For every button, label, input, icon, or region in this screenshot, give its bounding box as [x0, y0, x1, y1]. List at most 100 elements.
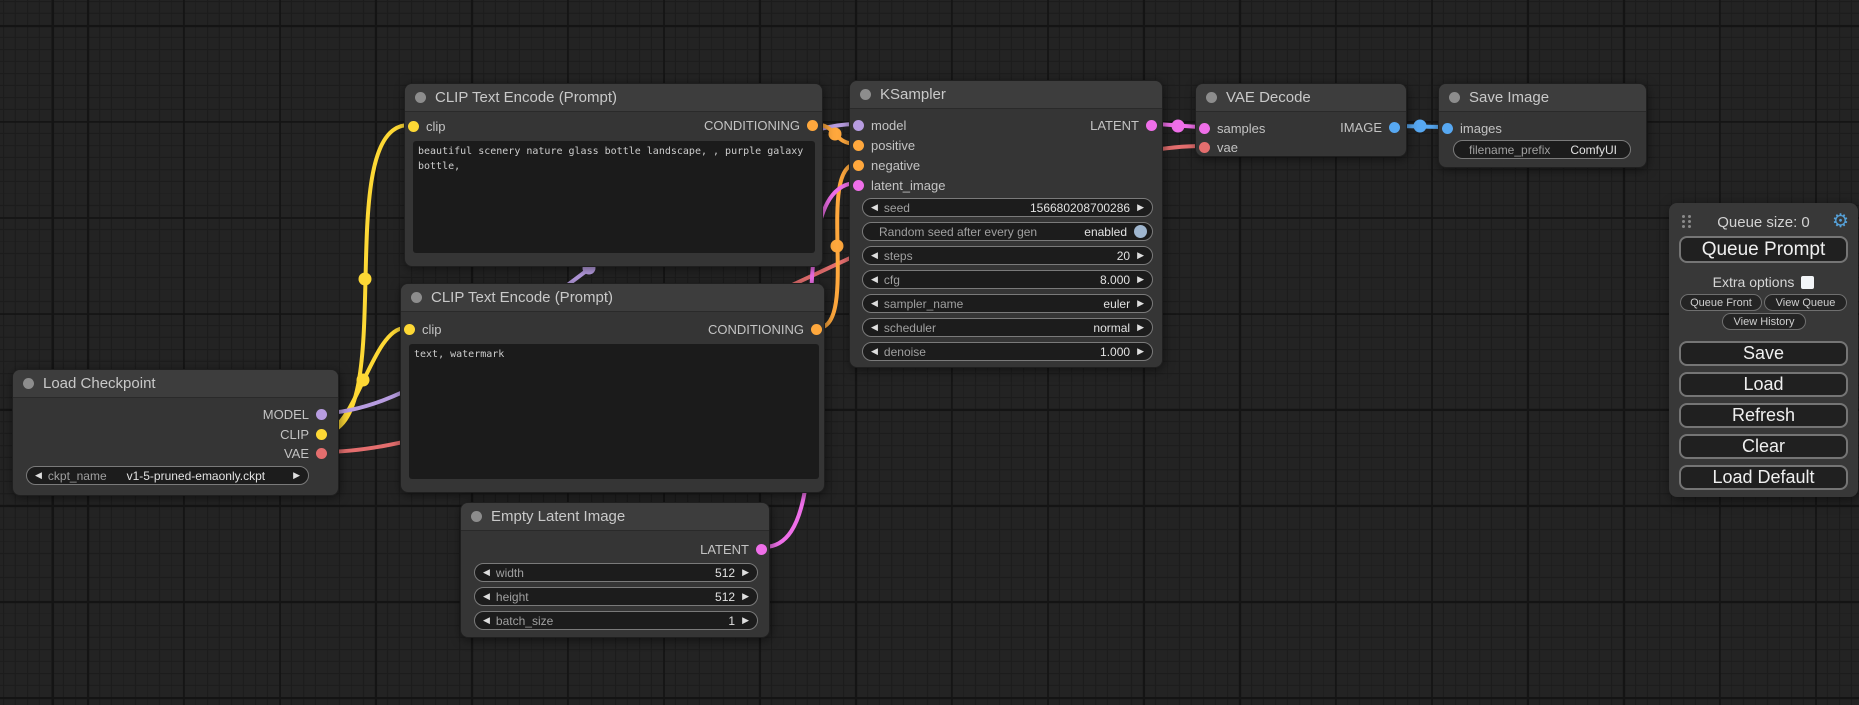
node-clip-text-encode-negative[interactable]: CLIP Text Encode (Prompt) clip CONDITION…	[400, 283, 825, 493]
output-slot-clip[interactable]: CLIP	[280, 427, 327, 441]
link-midpoint-dot[interactable]	[359, 273, 372, 286]
input-slot-positive[interactable]: positive	[853, 138, 915, 152]
input-slot-images[interactable]: images	[1442, 121, 1502, 135]
collapse-dot-icon[interactable]	[1449, 92, 1460, 103]
input-slot-latent-image[interactable]: latent_image	[853, 178, 945, 192]
decrement-arrow-icon[interactable]: ◀	[871, 203, 878, 212]
increment-arrow-icon[interactable]: ▶	[742, 592, 749, 601]
port-dot-image[interactable]	[1442, 123, 1453, 134]
save-button[interactable]: Save	[1679, 341, 1848, 366]
collapse-dot-icon[interactable]	[1206, 92, 1217, 103]
random-seed-widget[interactable]: Random seed after every gen enabled	[862, 222, 1153, 241]
gear-icon[interactable]: ⚙	[1832, 210, 1849, 233]
batch-size-widget[interactable]: ◀ batch_size 1 ▶	[474, 611, 758, 630]
sampler-name-widget[interactable]: ◀ sampler_name euler ▶	[862, 294, 1153, 313]
steps-widget[interactable]: ◀ steps 20 ▶	[862, 246, 1153, 265]
decrement-arrow-icon[interactable]: ◀	[871, 299, 878, 308]
port-dot-vae[interactable]	[316, 448, 327, 459]
port-dot-latent[interactable]	[756, 544, 767, 555]
link-midpoint-dot[interactable]	[1172, 120, 1185, 133]
port-dot-latent[interactable]	[1146, 120, 1157, 131]
link-midpoint-dot[interactable]	[829, 128, 842, 141]
input-slot-clip[interactable]: clip	[404, 322, 442, 336]
queue-prompt-button[interactable]: Queue Prompt	[1679, 236, 1848, 263]
node-empty-latent-image[interactable]: Empty Latent Image LATENT ◀ width 512 ▶ …	[460, 502, 770, 638]
output-slot-conditioning[interactable]: CONDITIONING	[704, 118, 818, 132]
port-dot-conditioning[interactable]	[853, 140, 864, 151]
node-ksampler[interactable]: KSampler model positive negative latent_…	[849, 80, 1163, 368]
port-dot-model[interactable]	[853, 120, 864, 131]
decrement-arrow-icon[interactable]: ◀	[871, 251, 878, 260]
port-dot-conditioning[interactable]	[811, 324, 822, 335]
refresh-button[interactable]: Refresh	[1679, 403, 1848, 428]
port-dot-conditioning[interactable]	[853, 160, 864, 171]
link-midpoint-dot[interactable]	[357, 374, 370, 387]
output-slot-model[interactable]: MODEL	[263, 407, 327, 421]
decrement-arrow-icon[interactable]: ◀	[871, 275, 878, 284]
increment-arrow-icon[interactable]: ▶	[1137, 347, 1144, 356]
node-title-bar[interactable]: Save Image	[1439, 84, 1646, 112]
clear-button[interactable]: Clear	[1679, 434, 1848, 459]
link-midpoint-dot[interactable]	[831, 240, 844, 253]
increment-arrow-icon[interactable]: ▶	[1137, 275, 1144, 284]
prompt-textarea[interactable]: beautiful scenery nature glass bottle la…	[413, 141, 815, 253]
decrement-arrow-icon[interactable]: ◀	[483, 592, 490, 601]
port-dot-model[interactable]	[316, 409, 327, 420]
increment-arrow-icon[interactable]: ▶	[742, 568, 749, 577]
scheduler-widget[interactable]: ◀ scheduler normal ▶	[862, 318, 1153, 337]
collapse-dot-icon[interactable]	[411, 292, 422, 303]
height-widget[interactable]: ◀ height 512 ▶	[474, 587, 758, 606]
collapse-dot-icon[interactable]	[471, 511, 482, 522]
decrement-arrow-icon[interactable]: ◀	[871, 323, 878, 332]
output-slot-latent[interactable]: LATENT	[1090, 118, 1157, 132]
load-default-button[interactable]: Load Default	[1679, 465, 1848, 490]
output-slot-conditioning[interactable]: CONDITIONING	[708, 322, 822, 336]
increment-arrow-icon[interactable]: ▶	[1137, 251, 1144, 260]
load-button[interactable]: Load	[1679, 372, 1848, 397]
node-title-bar[interactable]: Empty Latent Image	[461, 503, 769, 531]
port-dot-conditioning[interactable]	[807, 120, 818, 131]
node-title-bar[interactable]: CLIP Text Encode (Prompt)	[405, 84, 822, 112]
decrement-arrow-icon[interactable]: ◀	[871, 347, 878, 356]
decrement-arrow-icon[interactable]: ◀	[483, 616, 490, 625]
collapse-dot-icon[interactable]	[23, 378, 34, 389]
node-title-bar[interactable]: Load Checkpoint	[13, 370, 338, 398]
output-slot-vae[interactable]: VAE	[284, 446, 327, 460]
increment-arrow-icon[interactable]: ▶	[293, 471, 300, 480]
increment-arrow-icon[interactable]: ▶	[1137, 203, 1144, 212]
increment-arrow-icon[interactable]: ▶	[1137, 323, 1144, 332]
node-vae-decode[interactable]: VAE Decode samples vae IMAGE	[1195, 83, 1407, 157]
output-slot-latent[interactable]: LATENT	[700, 542, 767, 556]
collapse-dot-icon[interactable]	[860, 89, 871, 100]
node-load-checkpoint[interactable]: Load Checkpoint MODEL CLIP VAE ◀ ckpt_na…	[12, 369, 339, 496]
cfg-widget[interactable]: ◀ cfg 8.000 ▶	[862, 270, 1153, 289]
width-widget[interactable]: ◀ width 512 ▶	[474, 563, 758, 582]
port-dot-clip[interactable]	[404, 324, 415, 335]
queue-front-button[interactable]: Queue Front	[1680, 294, 1762, 311]
node-title-bar[interactable]: KSampler	[850, 81, 1162, 109]
link-midpoint-dot[interactable]	[1414, 120, 1427, 133]
toggle-dot-icon[interactable]	[1134, 225, 1147, 238]
collapse-dot-icon[interactable]	[415, 92, 426, 103]
input-slot-negative[interactable]: negative	[853, 158, 920, 172]
port-dot-latent[interactable]	[853, 180, 864, 191]
input-slot-samples[interactable]: samples	[1199, 121, 1265, 135]
view-history-button[interactable]: View History	[1722, 313, 1806, 330]
view-queue-button[interactable]: View Queue	[1764, 294, 1847, 311]
output-slot-image[interactable]: IMAGE	[1340, 120, 1400, 134]
decrement-arrow-icon[interactable]: ◀	[35, 471, 42, 480]
port-dot-vae[interactable]	[1199, 142, 1210, 153]
seed-widget[interactable]: ◀ seed 156680208700286 ▶	[862, 198, 1153, 217]
extra-options-checkbox[interactable]	[1801, 276, 1814, 289]
node-clip-text-encode-positive[interactable]: CLIP Text Encode (Prompt) clip CONDITION…	[404, 83, 823, 267]
port-dot-image[interactable]	[1389, 122, 1400, 133]
input-slot-vae[interactable]: vae	[1199, 140, 1238, 154]
input-slot-model[interactable]: model	[853, 118, 906, 132]
port-dot-clip[interactable]	[408, 121, 419, 132]
prompt-textarea[interactable]: text, watermark	[409, 344, 819, 479]
port-dot-clip[interactable]	[316, 429, 327, 440]
node-graph-canvas[interactable]: Load Checkpoint MODEL CLIP VAE ◀ ckpt_na…	[0, 0, 1859, 705]
node-title-bar[interactable]: VAE Decode	[1196, 84, 1406, 112]
node-title-bar[interactable]: CLIP Text Encode (Prompt)	[401, 284, 824, 312]
node-save-image[interactable]: Save Image images filename_prefix ComfyU…	[1438, 83, 1647, 168]
